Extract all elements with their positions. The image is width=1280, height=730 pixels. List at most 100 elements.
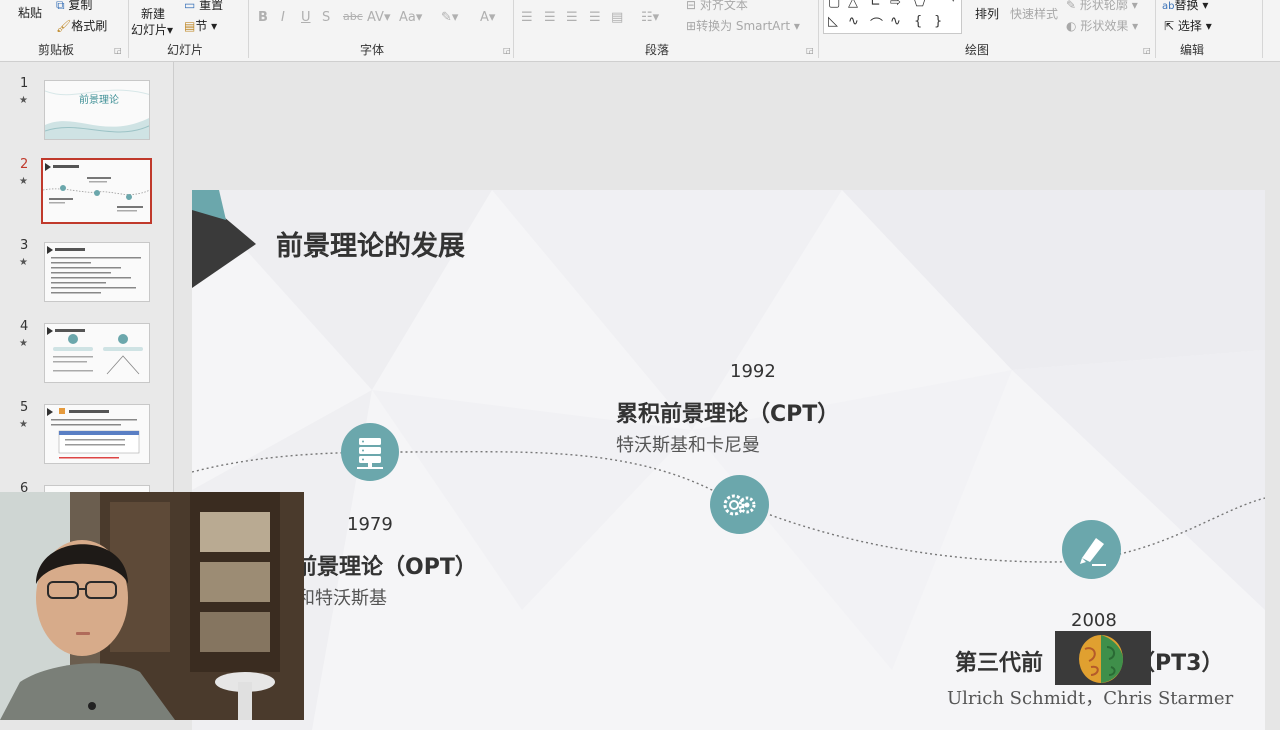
small-video-overlay xyxy=(1055,631,1151,685)
server-glyph xyxy=(357,438,383,469)
triangle-shape-icon[interactable]: △ xyxy=(848,0,858,10)
thumb-title: 前景理论 xyxy=(79,95,119,106)
divider xyxy=(1155,0,1156,58)
paragraph-launcher-icon[interactable]: ◲ xyxy=(806,46,814,55)
align-text-button[interactable]: ⊟ 对齐文本 xyxy=(686,0,748,13)
webcam-overlay xyxy=(0,492,304,720)
milestone-authors: Ulrich Schmidt，Chris Starmer xyxy=(947,688,1234,709)
slide-thumbnail-2[interactable] xyxy=(41,158,152,224)
columns-icon[interactable]: ☷▾ xyxy=(641,10,659,25)
brain-image xyxy=(1055,631,1151,685)
thumb-number: 3 xyxy=(20,238,29,253)
divider xyxy=(513,0,514,58)
reset-icon: ▭ xyxy=(184,0,196,12)
char-spacing-button[interactable]: AV▾ xyxy=(367,10,390,25)
milestone-authors: 和特沃斯基 xyxy=(297,588,387,609)
milestone-year: 1992 xyxy=(730,361,776,382)
smartart-icon: ⊞ xyxy=(686,19,697,33)
font-color-button[interactable]: A▾ xyxy=(480,10,495,25)
brush-icon: 🖌 xyxy=(56,19,72,33)
align-text-icon: ⊟ xyxy=(686,0,697,12)
quick-styles-button[interactable]: 快速样式 xyxy=(1010,5,1058,22)
select-button[interactable]: ⇱ 选择 ▾ xyxy=(1164,17,1212,34)
animation-star-icon: ★ xyxy=(19,338,28,349)
milestone-year: 2008 xyxy=(1071,610,1117,631)
replace-icon: ab xyxy=(1162,1,1175,12)
brace-right-icon[interactable]: } xyxy=(934,14,942,29)
shape-effects-button[interactable]: ◐ 形状效果 ▾ xyxy=(1066,17,1138,34)
shapes-gallery[interactable]: ▢ △ ∟ ⇨ ⬠ ◺ ∿ ⌒ ∿ { } ▾ xyxy=(823,0,962,34)
animation-star-icon: ★ xyxy=(19,257,28,268)
strikethrough-button[interactable]: abc xyxy=(343,10,363,23)
bold-button[interactable]: B xyxy=(258,10,268,25)
thumb-preview xyxy=(47,246,141,294)
align-left-icon[interactable]: ☰ xyxy=(521,10,533,25)
format-painter-button[interactable]: 🖌格式刷 xyxy=(56,17,107,34)
replace-button[interactable]: ab替换 ▾ xyxy=(1162,0,1208,13)
clipboard-group-label: 剪贴板 xyxy=(38,43,75,57)
slide-thumbnail-4[interactable] xyxy=(44,323,150,383)
arrange-button[interactable]: 排列 xyxy=(975,5,999,22)
section-button[interactable]: ▤节 ▾ xyxy=(184,17,217,34)
animation-star-icon: ★ xyxy=(19,95,28,106)
gears-icon xyxy=(710,475,769,534)
underline-button[interactable]: U xyxy=(301,10,311,25)
milestone-title: 前景理论（OPT） xyxy=(295,555,477,580)
freeform-shape-icon[interactable]: ◺ xyxy=(828,14,838,29)
ribbon: 粘贴 ⧉ 复制 🖌格式刷 剪贴板 ◲ 新建 幻灯片▾ ▭ 重置 ▤节 ▾ 幻灯片… xyxy=(0,0,1280,62)
convert-smartart-button[interactable]: ⊞转换为 SmartArt ▾ xyxy=(686,17,800,34)
slide-title[interactable]: 前景理论的发展 xyxy=(276,224,465,263)
pen-icon: ✎ xyxy=(1066,0,1077,12)
cursor-icon: ⇱ xyxy=(1164,19,1175,33)
change-case-button[interactable]: Aa▾ xyxy=(399,10,422,25)
divider xyxy=(818,0,819,58)
server-icon xyxy=(341,423,399,481)
italic-button[interactable]: I xyxy=(281,10,285,25)
effects-icon: ◐ xyxy=(1066,19,1077,33)
new-slide-button[interactable]: 新建 xyxy=(141,5,165,22)
font-launcher-icon[interactable]: ◲ xyxy=(503,46,511,55)
thumb-preview xyxy=(43,163,150,212)
rectangle-shape-icon[interactable]: ▢ xyxy=(828,0,840,10)
gears-glyph xyxy=(723,494,756,516)
shadow-button[interactable]: S xyxy=(322,10,330,25)
brace-left-icon[interactable]: { xyxy=(914,14,922,29)
presenter-video xyxy=(0,492,304,720)
pen-writing-icon xyxy=(1062,520,1121,579)
thumb-number: 5 xyxy=(20,400,29,415)
paste-button[interactable]: 粘贴 xyxy=(18,4,42,21)
connector-shape-icon[interactable]: ∟ xyxy=(870,0,881,10)
reset-button[interactable]: ▭ 重置 xyxy=(184,0,223,13)
thumb-number: 2 xyxy=(20,157,29,172)
thumb-number: 1 xyxy=(20,76,29,91)
drawing-launcher-icon[interactable]: ◲ xyxy=(1143,46,1151,55)
thumb-preview xyxy=(47,408,140,459)
slide-thumbnail-5[interactable] xyxy=(44,404,150,464)
wave-shape-icon[interactable]: ∿ xyxy=(890,14,901,29)
shape-outline-button[interactable]: ✎ 形状轮廓 ▾ xyxy=(1066,0,1138,13)
curve-shape-icon[interactable]: ∿ xyxy=(848,14,859,29)
align-right-icon[interactable]: ☰ xyxy=(566,10,578,25)
arc-shape-icon[interactable]: ⌒ xyxy=(870,14,883,33)
wave-decoration xyxy=(45,89,149,139)
slide-thumbnail-3[interactable] xyxy=(44,242,150,302)
divider xyxy=(248,0,249,58)
thumb-number: 4 xyxy=(20,319,29,334)
gallery-more-icon[interactable]: ▾ xyxy=(951,0,956,5)
new-slide-dropdown[interactable]: 幻灯片▾ xyxy=(131,21,173,38)
copy-button[interactable]: ⧉ 复制 xyxy=(56,0,92,13)
justify-icon[interactable]: ☰ xyxy=(589,10,601,25)
animation-star-icon: ★ xyxy=(19,176,28,187)
drawing-group-label: 绘图 xyxy=(965,43,990,57)
pen-glyph xyxy=(1080,538,1106,566)
editing-group-label: 编辑 xyxy=(1180,43,1205,57)
arrow-shape-icon[interactable]: ⇨ xyxy=(890,0,901,10)
distributed-icon[interactable]: ▤ xyxy=(611,10,623,25)
milestone-year: 1979 xyxy=(347,514,393,535)
font-group-label: 字体 xyxy=(360,43,385,57)
highlight-icon[interactable]: ✎▾ xyxy=(441,10,458,25)
clipboard-launcher-icon[interactable]: ◲ xyxy=(114,46,122,55)
pentagon-shape-icon[interactable]: ⬠ xyxy=(914,0,925,10)
align-center-icon[interactable]: ☰ xyxy=(544,10,556,25)
slide-thumbnail-1[interactable]: 前景理论 xyxy=(44,80,150,140)
